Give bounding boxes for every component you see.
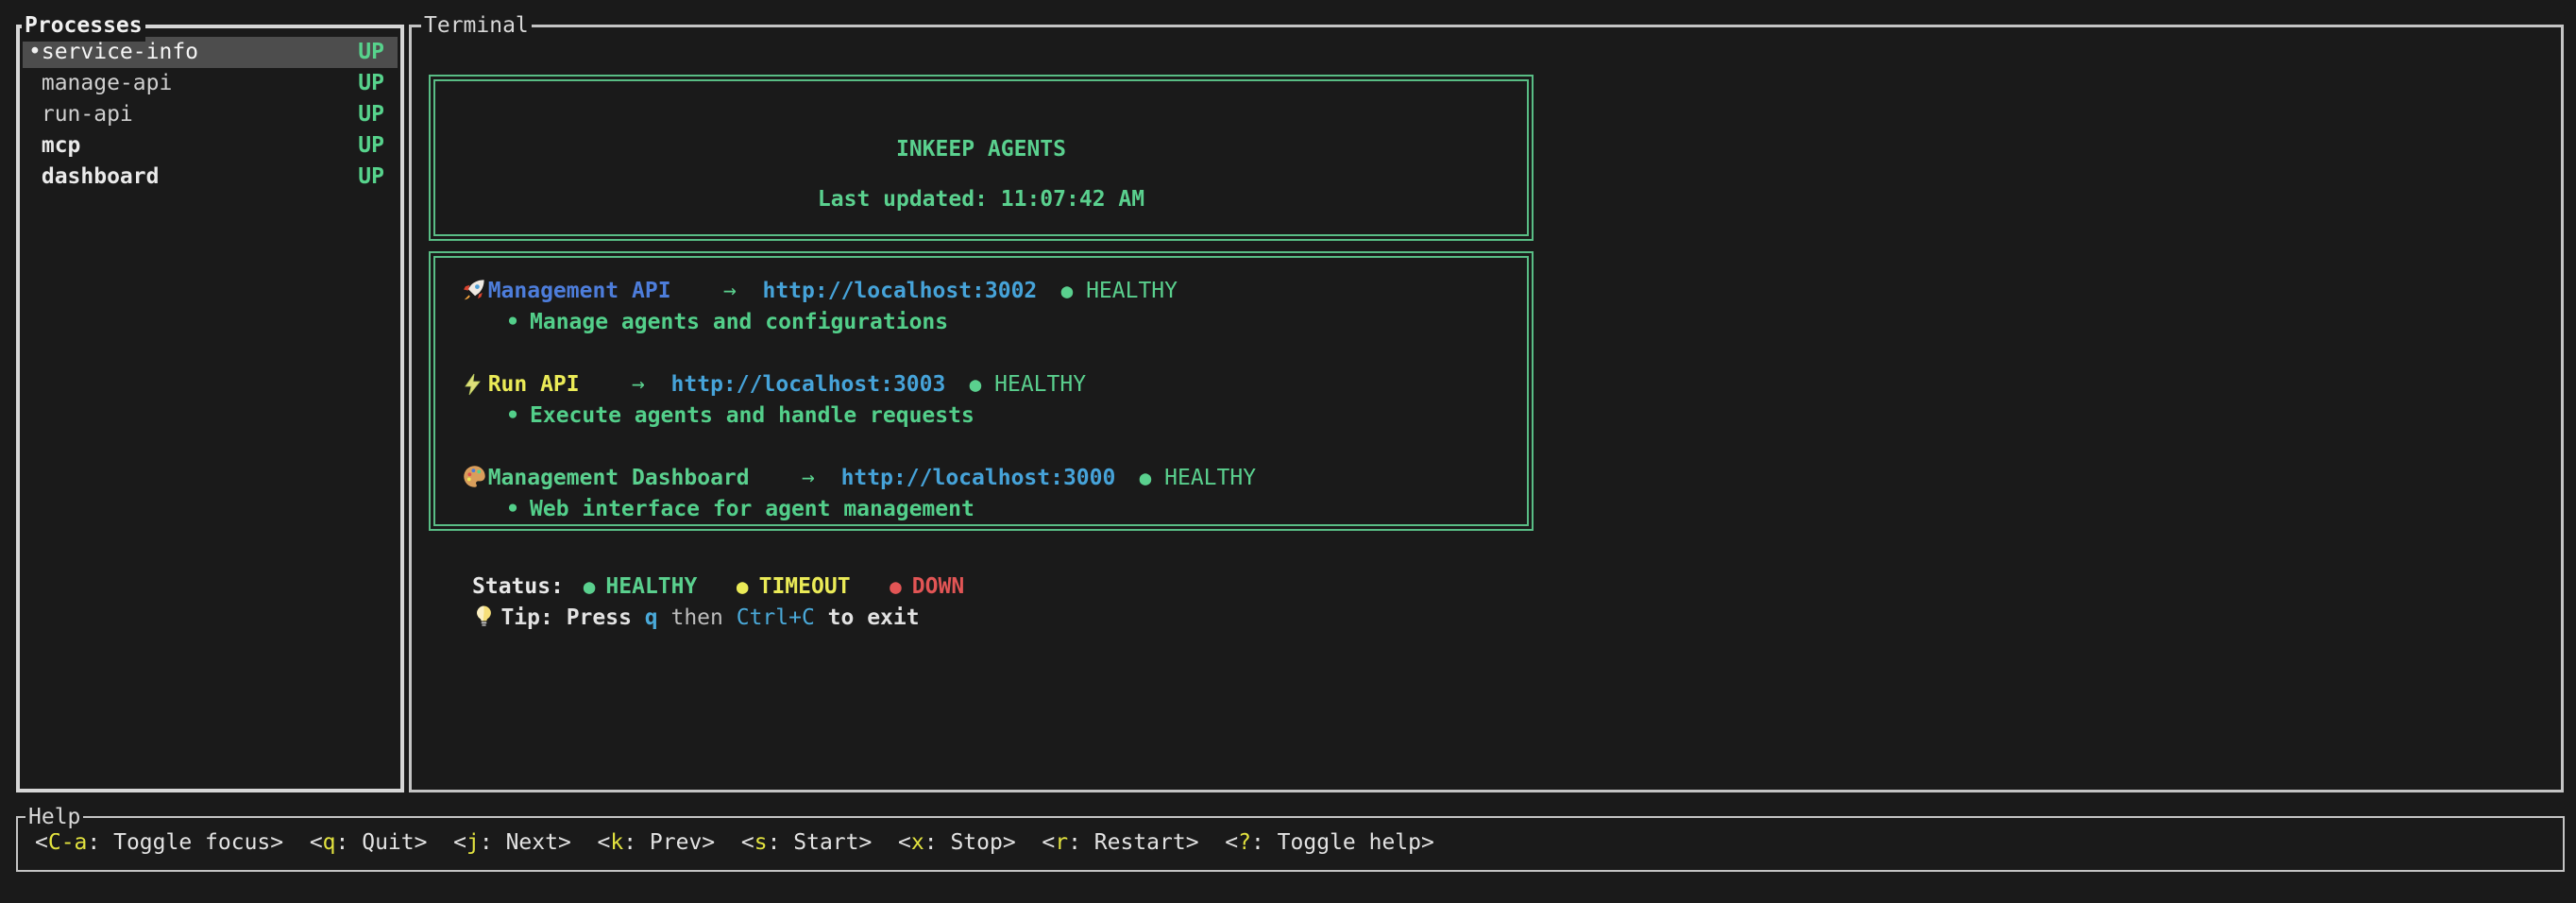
help-keybind: <k: Prev> (598, 830, 716, 855)
process-name: manage-api (42, 68, 358, 99)
service-description: Execute agents and handle requests (530, 403, 974, 428)
rocket-icon (462, 276, 488, 307)
process-status-badge: UP (358, 99, 384, 130)
bullet-icon: • (506, 403, 519, 428)
service-health-status: HEALTHY (1086, 279, 1178, 303)
help-key: C-a (48, 830, 88, 855)
process-name: run-api (42, 99, 358, 130)
legend-entry: ● TIMEOUT (737, 574, 851, 599)
help-key: r (1055, 830, 1068, 855)
bulb-icon (472, 603, 500, 634)
bullet-icon: • (506, 310, 519, 334)
health-dot-icon: ● (1061, 280, 1074, 302)
service-name: Run API (488, 372, 580, 397)
arrow-icon: → (632, 372, 645, 397)
service-description-line: • Web interface for agent management (506, 494, 1527, 525)
service-health-status: HEALTHY (994, 372, 1086, 397)
help-keybind: <x: Stop> (898, 830, 1016, 855)
process-row[interactable]: mcp UP (23, 130, 398, 162)
process-row[interactable]: dashboard UP (23, 162, 398, 193)
service-entry: Management Dashboard → http://localhost:30… (462, 463, 1527, 525)
help-key: s (754, 830, 768, 855)
service-url: http://localhost:3002 (762, 279, 1037, 303)
bullet-icon: • (506, 497, 519, 521)
help-items: <C-a: Toggle focus> <q: Quit> <j: Next> <k:… (18, 818, 2563, 868)
legend-dot-icon: ● (584, 575, 596, 598)
service-description-line: • Manage agents and configurations (506, 307, 1527, 338)
processes-panel-title: Processes (22, 10, 145, 42)
legend-label: HEALTHY (605, 574, 697, 599)
help-key: j (466, 830, 480, 855)
process-status-badge: UP (358, 37, 384, 68)
zap-icon (462, 369, 488, 400)
help-keybind: <s: Start> (741, 830, 873, 855)
legend-dot-icon: ● (737, 575, 749, 598)
help-keybind: <C-a: Toggle focus> (35, 830, 283, 855)
help-key: q (323, 830, 336, 855)
service-health-status: HEALTHY (1164, 466, 1256, 490)
arrow-icon: → (802, 466, 815, 490)
status-lines: Status: ● HEALTHY ● TIMEOUT ● DOWN Tip: Press q… (472, 571, 964, 634)
legend-label: TIMEOUT (759, 574, 851, 599)
process-name: dashboard (42, 162, 358, 193)
service-entry: Management API → http://localhost:3002 ● HEA… (462, 276, 1527, 338)
tip-ctrl-c: Ctrl+C (737, 605, 815, 630)
service-description: Web interface for agent management (530, 497, 974, 521)
tip-prefix: Tip: Press (500, 605, 631, 630)
process-row[interactable]: run-api UP (23, 99, 398, 130)
service-entry: Run API → http://localhost:3003 ● HEALTHY • E… (462, 369, 1527, 432)
help-key: ? (1238, 830, 1251, 855)
process-list: • service-info UP manage-api UP run-api … (20, 28, 400, 193)
help-key: x (911, 830, 924, 855)
tip-key-q: q (645, 605, 658, 630)
service-description: Manage agents and configurations (530, 310, 948, 334)
service-name: Management API (488, 279, 671, 303)
health-dot-icon: ● (1140, 467, 1152, 489)
service-main-line: Management API → http://localhost:3002 ● HEA… (462, 276, 1527, 307)
help-keybind: <q: Quit> (310, 830, 428, 855)
app-root: Processes • service-info UP manage-api U… (0, 0, 2576, 903)
help-keybind: <?: Toggle help> (1225, 830, 1434, 855)
banner-title: INKEEP AGENTS (435, 134, 1527, 165)
terminal-panel[interactable]: Terminal INKEEP AGENTS Last updated: 11:… (409, 25, 2564, 792)
terminal-panel-title: Terminal (421, 10, 532, 42)
help-key: k (610, 830, 623, 855)
help-keybind: <j: Next> (453, 830, 571, 855)
health-dot-icon: ● (970, 373, 982, 396)
tip-middle: then (670, 605, 722, 630)
service-main-line: Management Dashboard → http://localhost:30… (462, 463, 1527, 494)
status-legend-label: Status: (472, 574, 564, 599)
help-keybind: <r: Restart> (1042, 830, 1198, 855)
arrow-icon: → (723, 279, 737, 303)
process-name: mcp (42, 130, 358, 162)
processes-panel: Processes • service-info UP manage-api U… (16, 25, 404, 792)
palette-icon (462, 463, 488, 494)
service-description-line: • Execute agents and handle requests (506, 400, 1527, 432)
legend-entry: ● HEALTHY (584, 574, 698, 599)
help-panel: Help <C-a: Toggle focus><q: Quit><j: Nex… (16, 816, 2565, 872)
service-name: Management Dashboard (488, 466, 750, 490)
banner-last-updated: Last updated: 11:07:42 AM (435, 184, 1527, 215)
legend-label: DOWN (912, 574, 964, 599)
help-panel-title: Help (25, 802, 83, 833)
legend-dot-icon: ● (890, 575, 902, 598)
service-main-line: Run API → http://localhost:3003 ● HEALTHY (462, 369, 1527, 400)
process-row[interactable]: manage-api UP (23, 68, 398, 99)
service-url: http://localhost:3000 (841, 466, 1116, 490)
tip-line: Tip: Press qthen Ctrl+C to exit (472, 603, 964, 634)
tip-suffix: to exit (828, 605, 920, 630)
status-legend: Status: ● HEALTHY ● TIMEOUT ● DOWN (472, 571, 964, 603)
legend-entry: ● DOWN (890, 574, 964, 599)
process-status-badge: UP (358, 130, 384, 162)
service-url: http://localhost:3003 (671, 372, 946, 397)
services-box: Management API → http://localhost:3002 ● HEA… (429, 251, 1534, 531)
process-status-badge: UP (358, 68, 384, 99)
banner-box: INKEEP AGENTS Last updated: 11:07:42 AM (429, 75, 1534, 241)
process-status-badge: UP (358, 162, 384, 193)
